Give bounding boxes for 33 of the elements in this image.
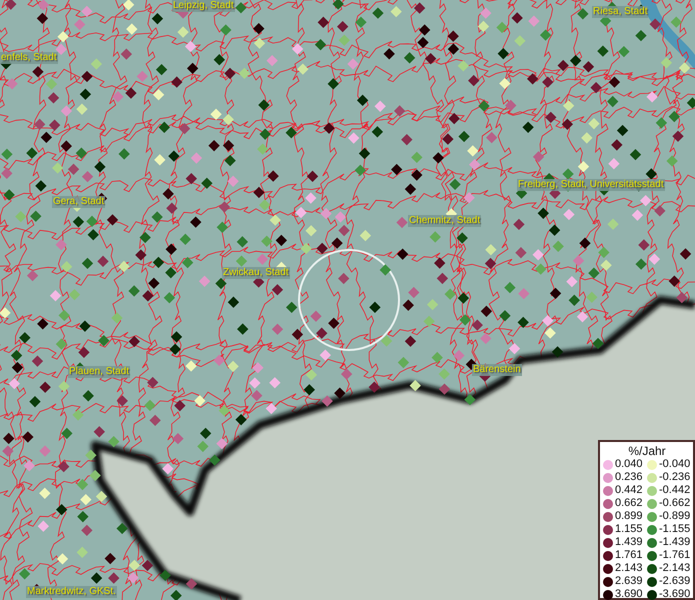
legend-value: -0.662 (659, 497, 691, 510)
legend-value: -0.442 (659, 484, 691, 497)
legend-value: 1.155 (615, 523, 644, 536)
legend-value: 1.439 (615, 536, 644, 549)
legend-value: -2.143 (659, 562, 691, 575)
city-label: enfels, Stadt (0, 52, 58, 64)
legend-value: -2.639 (659, 575, 691, 588)
legend-value: -0.899 (659, 510, 691, 523)
city-label: Freiberg, Stadt, Universitätsstadt (517, 179, 665, 191)
legend-value: -1.155 (659, 523, 691, 536)
legend-value: -0.236 (659, 471, 691, 484)
city-label: Marktredwitz, GKSt. (26, 586, 117, 598)
legend-value: 0.899 (615, 510, 644, 523)
legend-value: -1.761 (659, 549, 691, 562)
city-label: Bärenstein (472, 364, 522, 376)
city-label: Leipzig, Stadt (172, 0, 235, 12)
legend-value: 2.639 (615, 575, 644, 588)
city-label: Chemnitz, Stadt (408, 215, 482, 227)
legend-value: 2.143 (615, 562, 644, 575)
legend-value: 3.690 (615, 588, 644, 600)
legend-value: -0.040 (659, 458, 691, 471)
city-label: Plauen, Stadt (68, 366, 130, 378)
legend-value: 0.662 (615, 497, 644, 510)
legend-value: -3.690 (659, 588, 691, 600)
legend-value: 0.442 (615, 484, 644, 497)
legend-title: %/Jahr (627, 444, 667, 458)
legend-value: 0.040 (615, 458, 644, 471)
city-label: Zwickau, Stadt (222, 267, 290, 279)
legend-value: 0.236 (615, 471, 644, 484)
city-label: Gera, Stadt (52, 196, 106, 208)
legend-value: -1.439 (659, 536, 691, 549)
city-label: Riesa, Stadt (592, 6, 648, 18)
legend-value: 1.761 (615, 549, 644, 562)
